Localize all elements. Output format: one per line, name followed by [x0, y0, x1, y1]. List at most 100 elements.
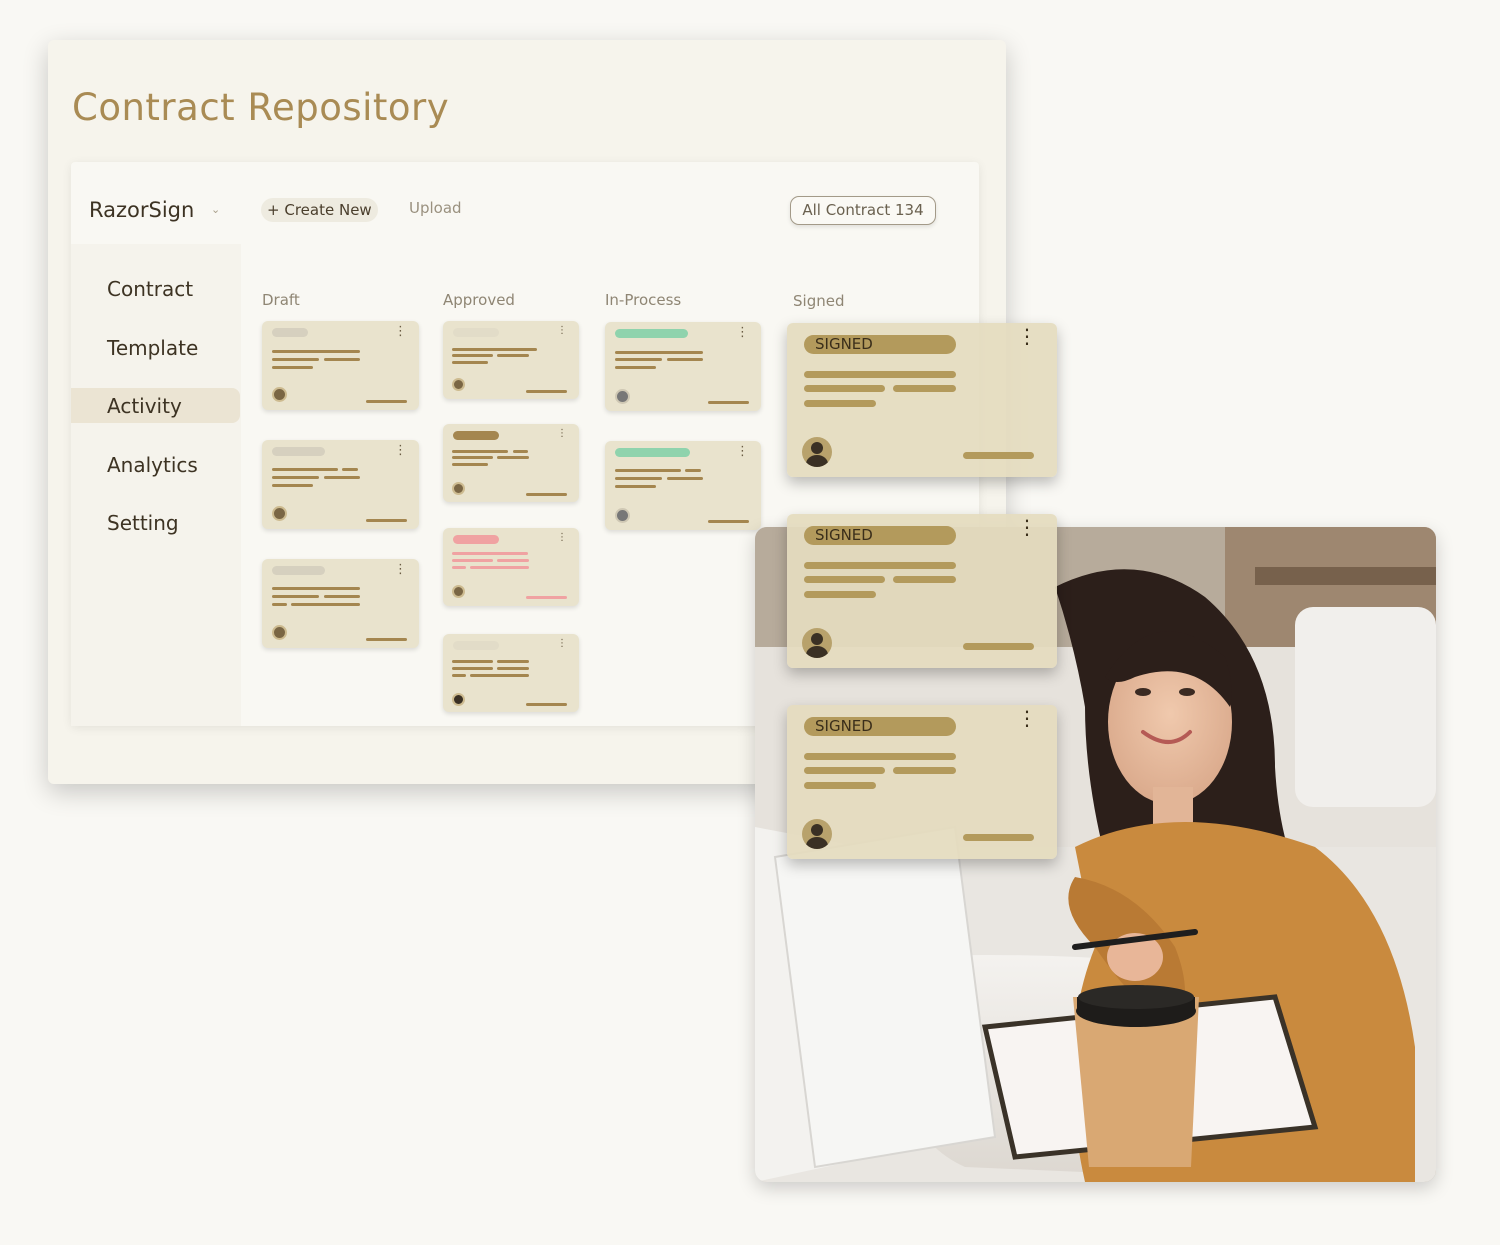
signed-contract-card[interactable]: SIGNED ⋮: [787, 514, 1057, 668]
kebab-menu-icon[interactable]: ⋮: [557, 639, 567, 649]
all-contract-button[interactable]: All Contract 134: [790, 196, 936, 225]
contract-card-inprocess-2[interactable]: ⋮: [605, 441, 761, 530]
kebab-menu-icon[interactable]: ⋮: [557, 429, 567, 439]
kebab-menu-icon[interactable]: ⋮: [736, 325, 749, 338]
kebab-menu-icon[interactable]: ⋮: [394, 562, 407, 575]
card-footer-line: [526, 703, 567, 706]
card-line: [452, 674, 466, 677]
card-line: [804, 753, 956, 760]
card-footer-line: [526, 596, 567, 599]
kebab-menu-icon[interactable]: ⋮: [557, 326, 567, 336]
card-line: [804, 576, 885, 583]
card-line: [272, 603, 287, 606]
card-footer-line: [708, 401, 749, 404]
upload-button[interactable]: Upload: [409, 199, 462, 217]
create-new-button[interactable]: + Create New: [261, 198, 378, 222]
card-line: [272, 468, 338, 471]
user-avatar-icon: [802, 628, 832, 658]
user-avatar-icon: [272, 387, 287, 402]
card-tag: [272, 447, 325, 456]
contract-card-draft-3[interactable]: ⋮: [262, 559, 419, 648]
kebab-menu-icon[interactable]: ⋮: [736, 444, 749, 457]
card-line: [804, 562, 956, 569]
card-footer-line: [366, 519, 407, 522]
user-avatar-icon: [272, 506, 287, 521]
signed-contract-card[interactable]: SIGNED ⋮: [787, 323, 1057, 477]
user-avatar-icon: [615, 508, 630, 523]
user-avatar-icon: [802, 819, 832, 849]
card-line: [272, 587, 360, 590]
card-line: [342, 468, 358, 471]
card-line: [272, 358, 319, 361]
user-avatar-icon: [452, 378, 465, 391]
sidebar-item-setting[interactable]: Setting: [107, 511, 179, 535]
card-line: [452, 463, 488, 466]
sidebar-item-activity[interactable]: Activity: [107, 394, 182, 418]
contract-card-approved-2[interactable]: ⋮: [443, 424, 579, 502]
kebab-menu-icon[interactable]: ⋮: [1017, 518, 1037, 538]
sidebar-item-template[interactable]: Template: [107, 336, 198, 360]
signed-status-badge: SIGNED: [804, 526, 956, 545]
card-line: [685, 469, 701, 472]
sidebar-item-analytics[interactable]: Analytics: [107, 453, 198, 477]
chevron-down-icon[interactable]: ⌄: [211, 203, 220, 216]
card-line: [804, 385, 885, 392]
card-line: [804, 591, 876, 598]
kebab-menu-icon[interactable]: ⋮: [1017, 709, 1037, 729]
user-avatar-icon: [452, 693, 465, 706]
card-footer-line: [366, 638, 407, 641]
card-line: [893, 576, 956, 583]
card-tag: [272, 328, 308, 337]
contract-card-approved-3[interactable]: ⋮: [443, 528, 579, 606]
card-line: [324, 595, 360, 598]
contract-card-approved-4[interactable]: ⋮: [443, 634, 579, 712]
card-line: [615, 469, 681, 472]
contract-card-approved-1[interactable]: ⋮: [443, 321, 579, 399]
card-line: [324, 358, 360, 361]
card-line: [452, 660, 493, 663]
user-avatar-icon: [802, 437, 832, 467]
contract-card-draft-2[interactable]: ⋮: [262, 440, 419, 529]
column-header-approved: Approved: [443, 291, 515, 309]
column-header-draft: Draft: [262, 291, 300, 309]
kebab-menu-icon[interactable]: ⋮: [394, 324, 407, 337]
contract-card-inprocess-1[interactable]: ⋮: [605, 322, 761, 411]
card-tag: [453, 641, 499, 650]
card-line: [291, 603, 360, 606]
card-line: [497, 354, 529, 357]
brand-name[interactable]: RazorSign: [89, 198, 194, 222]
user-avatar-icon: [452, 585, 465, 598]
card-footer-line: [526, 493, 567, 496]
card-footer-line: [963, 834, 1034, 841]
kebab-menu-icon[interactable]: ⋮: [394, 443, 407, 456]
kebab-menu-icon[interactable]: ⋮: [1017, 327, 1037, 347]
contract-card-draft-1[interactable]: ⋮: [262, 321, 419, 410]
kebab-menu-icon[interactable]: ⋮: [557, 533, 567, 543]
user-avatar-icon: [452, 482, 465, 495]
signed-contract-card[interactable]: SIGNED ⋮: [787, 705, 1057, 859]
card-tag: [615, 448, 690, 457]
card-footer-line: [708, 520, 749, 523]
sidebar-item-contract[interactable]: Contract: [107, 277, 193, 301]
card-line: [667, 358, 703, 361]
create-new-label: Create New: [284, 201, 372, 219]
sidebar: [71, 244, 241, 726]
card-line: [452, 667, 493, 670]
card-tag: [453, 328, 499, 337]
card-line: [470, 674, 529, 677]
card-line: [497, 667, 529, 670]
card-footer-line: [526, 390, 567, 393]
card-line: [470, 566, 529, 569]
user-avatar-icon: [615, 389, 630, 404]
card-line: [452, 450, 508, 453]
card-line: [497, 559, 529, 562]
card-line: [452, 354, 493, 357]
card-line: [615, 358, 662, 361]
card-line: [272, 476, 319, 479]
card-tag: [615, 329, 688, 338]
card-line: [497, 456, 529, 459]
card-footer-line: [963, 643, 1034, 650]
card-line: [272, 350, 360, 353]
user-avatar-icon: [272, 625, 287, 640]
card-line: [615, 477, 662, 480]
